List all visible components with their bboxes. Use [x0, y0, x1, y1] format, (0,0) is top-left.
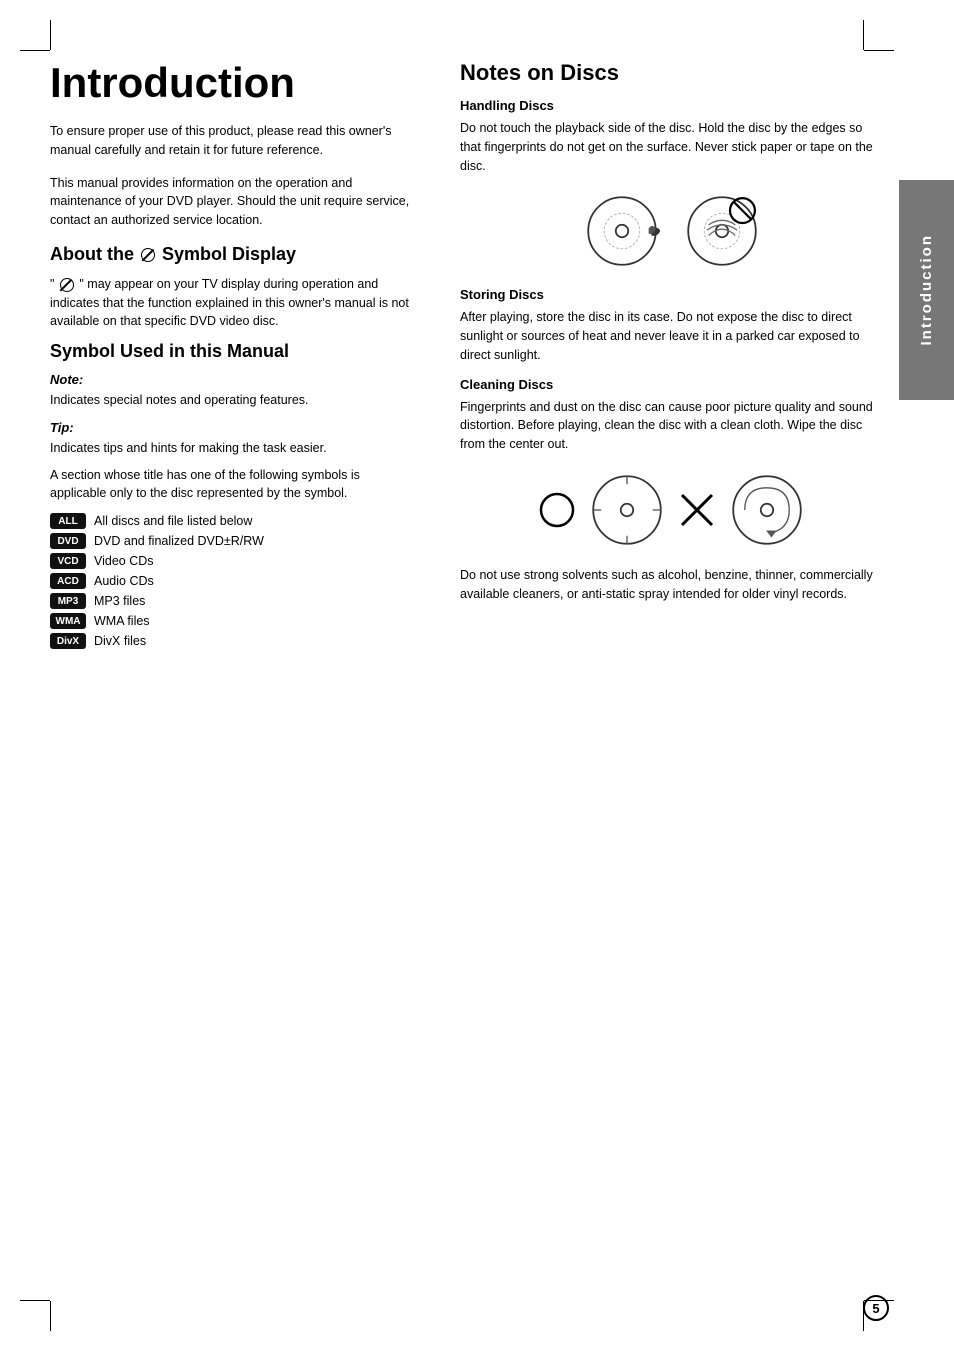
bad-disc-icon: [682, 191, 762, 271]
badge-wma: WMA: [50, 613, 86, 629]
corner-mark-tl-v: [50, 20, 51, 50]
corner-mark-tr-h: [864, 50, 894, 51]
badge-wma-desc: WMA files: [94, 614, 150, 628]
page-number: 5: [863, 1295, 889, 1321]
right-column: Notes on Discs Handling Discs Do not tou…: [450, 60, 884, 1281]
about-symbol-body: " " may appear on your TV display during…: [50, 275, 410, 331]
badge-divx: DivX: [50, 633, 86, 649]
intro-para-1: To ensure proper use of this product, pl…: [50, 122, 410, 160]
corner-mark-bl-h: [20, 1300, 50, 1301]
list-item: ALL All discs and file listed below: [50, 513, 410, 529]
content-area: Introduction To ensure proper use of thi…: [50, 60, 884, 1281]
good-disc-icon: [582, 191, 662, 271]
cleaning-discs-heading: Cleaning Discs: [460, 377, 884, 392]
cleaning-bad-disc-icon: [727, 470, 807, 550]
page-title: Introduction: [50, 60, 410, 106]
notes-on-discs-heading: Notes on Discs: [460, 60, 884, 86]
badge-all: ALL: [50, 513, 86, 529]
sidebar-tab-label: Introduction: [918, 234, 935, 345]
cleaning-discs-body1: Fingerprints and dust on the disc can ca…: [460, 398, 884, 454]
badge-vcd: VCD: [50, 553, 86, 569]
list-item: MP3 MP3 files: [50, 593, 410, 609]
corner-mark-tl-h: [20, 50, 50, 51]
tip-label: Tip:: [50, 420, 410, 435]
no-sign-inline: [60, 278, 74, 292]
badge-dvd: DVD: [50, 533, 86, 549]
list-item: DivX DivX files: [50, 633, 410, 649]
badge-list: ALL All discs and file listed below DVD …: [50, 513, 410, 649]
cleaning-disc-images: [460, 470, 884, 550]
corner-mark-bl-v: [50, 1301, 51, 1331]
about-symbol-heading: About the Symbol Display: [50, 244, 410, 265]
applicable-text: A section whose title has one of the fol…: [50, 466, 410, 504]
handling-disc-images: [460, 191, 884, 271]
corner-mark-tr-v: [863, 20, 864, 50]
handling-discs-heading: Handling Discs: [460, 98, 884, 113]
badge-acd: ACD: [50, 573, 86, 589]
handling-discs-body: Do not touch the playback side of the di…: [460, 119, 884, 175]
badge-acd-desc: Audio CDs: [94, 574, 154, 588]
cleaning-discs-body2: Do not use strong solvents such as alcoh…: [460, 566, 884, 604]
x-symbol-icon: [677, 490, 717, 530]
list-item: DVD DVD and finalized DVD±R/RW: [50, 533, 410, 549]
left-column: Introduction To ensure proper use of thi…: [50, 60, 420, 1281]
list-item: WMA WMA files: [50, 613, 410, 629]
list-item: VCD Video CDs: [50, 553, 410, 569]
badge-divx-desc: DivX files: [94, 634, 146, 648]
storing-discs-body: After playing, store the disc in its cas…: [460, 308, 884, 364]
sidebar-tab: Introduction: [899, 180, 954, 400]
note-label: Note:: [50, 372, 410, 387]
page-container: Introduction 5 Introduction To ensure pr…: [0, 0, 954, 1351]
storing-discs-heading: Storing Discs: [460, 287, 884, 302]
badge-mp3: MP3: [50, 593, 86, 609]
tip-body: Indicates tips and hints for making the …: [50, 439, 410, 458]
badge-mp3-desc: MP3 files: [94, 594, 145, 608]
intro-para-2: This manual provides information on the …: [50, 174, 410, 230]
note-body: Indicates special notes and operating fe…: [50, 391, 410, 410]
cleaning-good-disc-icon: [587, 470, 667, 550]
ok-circle-icon: [537, 490, 577, 530]
list-item: ACD Audio CDs: [50, 573, 410, 589]
badge-dvd-desc: DVD and finalized DVD±R/RW: [94, 534, 264, 548]
symbol-used-heading: Symbol Used in this Manual: [50, 341, 410, 362]
badge-vcd-desc: Video CDs: [94, 554, 154, 568]
badge-all-desc: All discs and file listed below: [94, 514, 252, 528]
no-sign-icon: [141, 248, 155, 262]
